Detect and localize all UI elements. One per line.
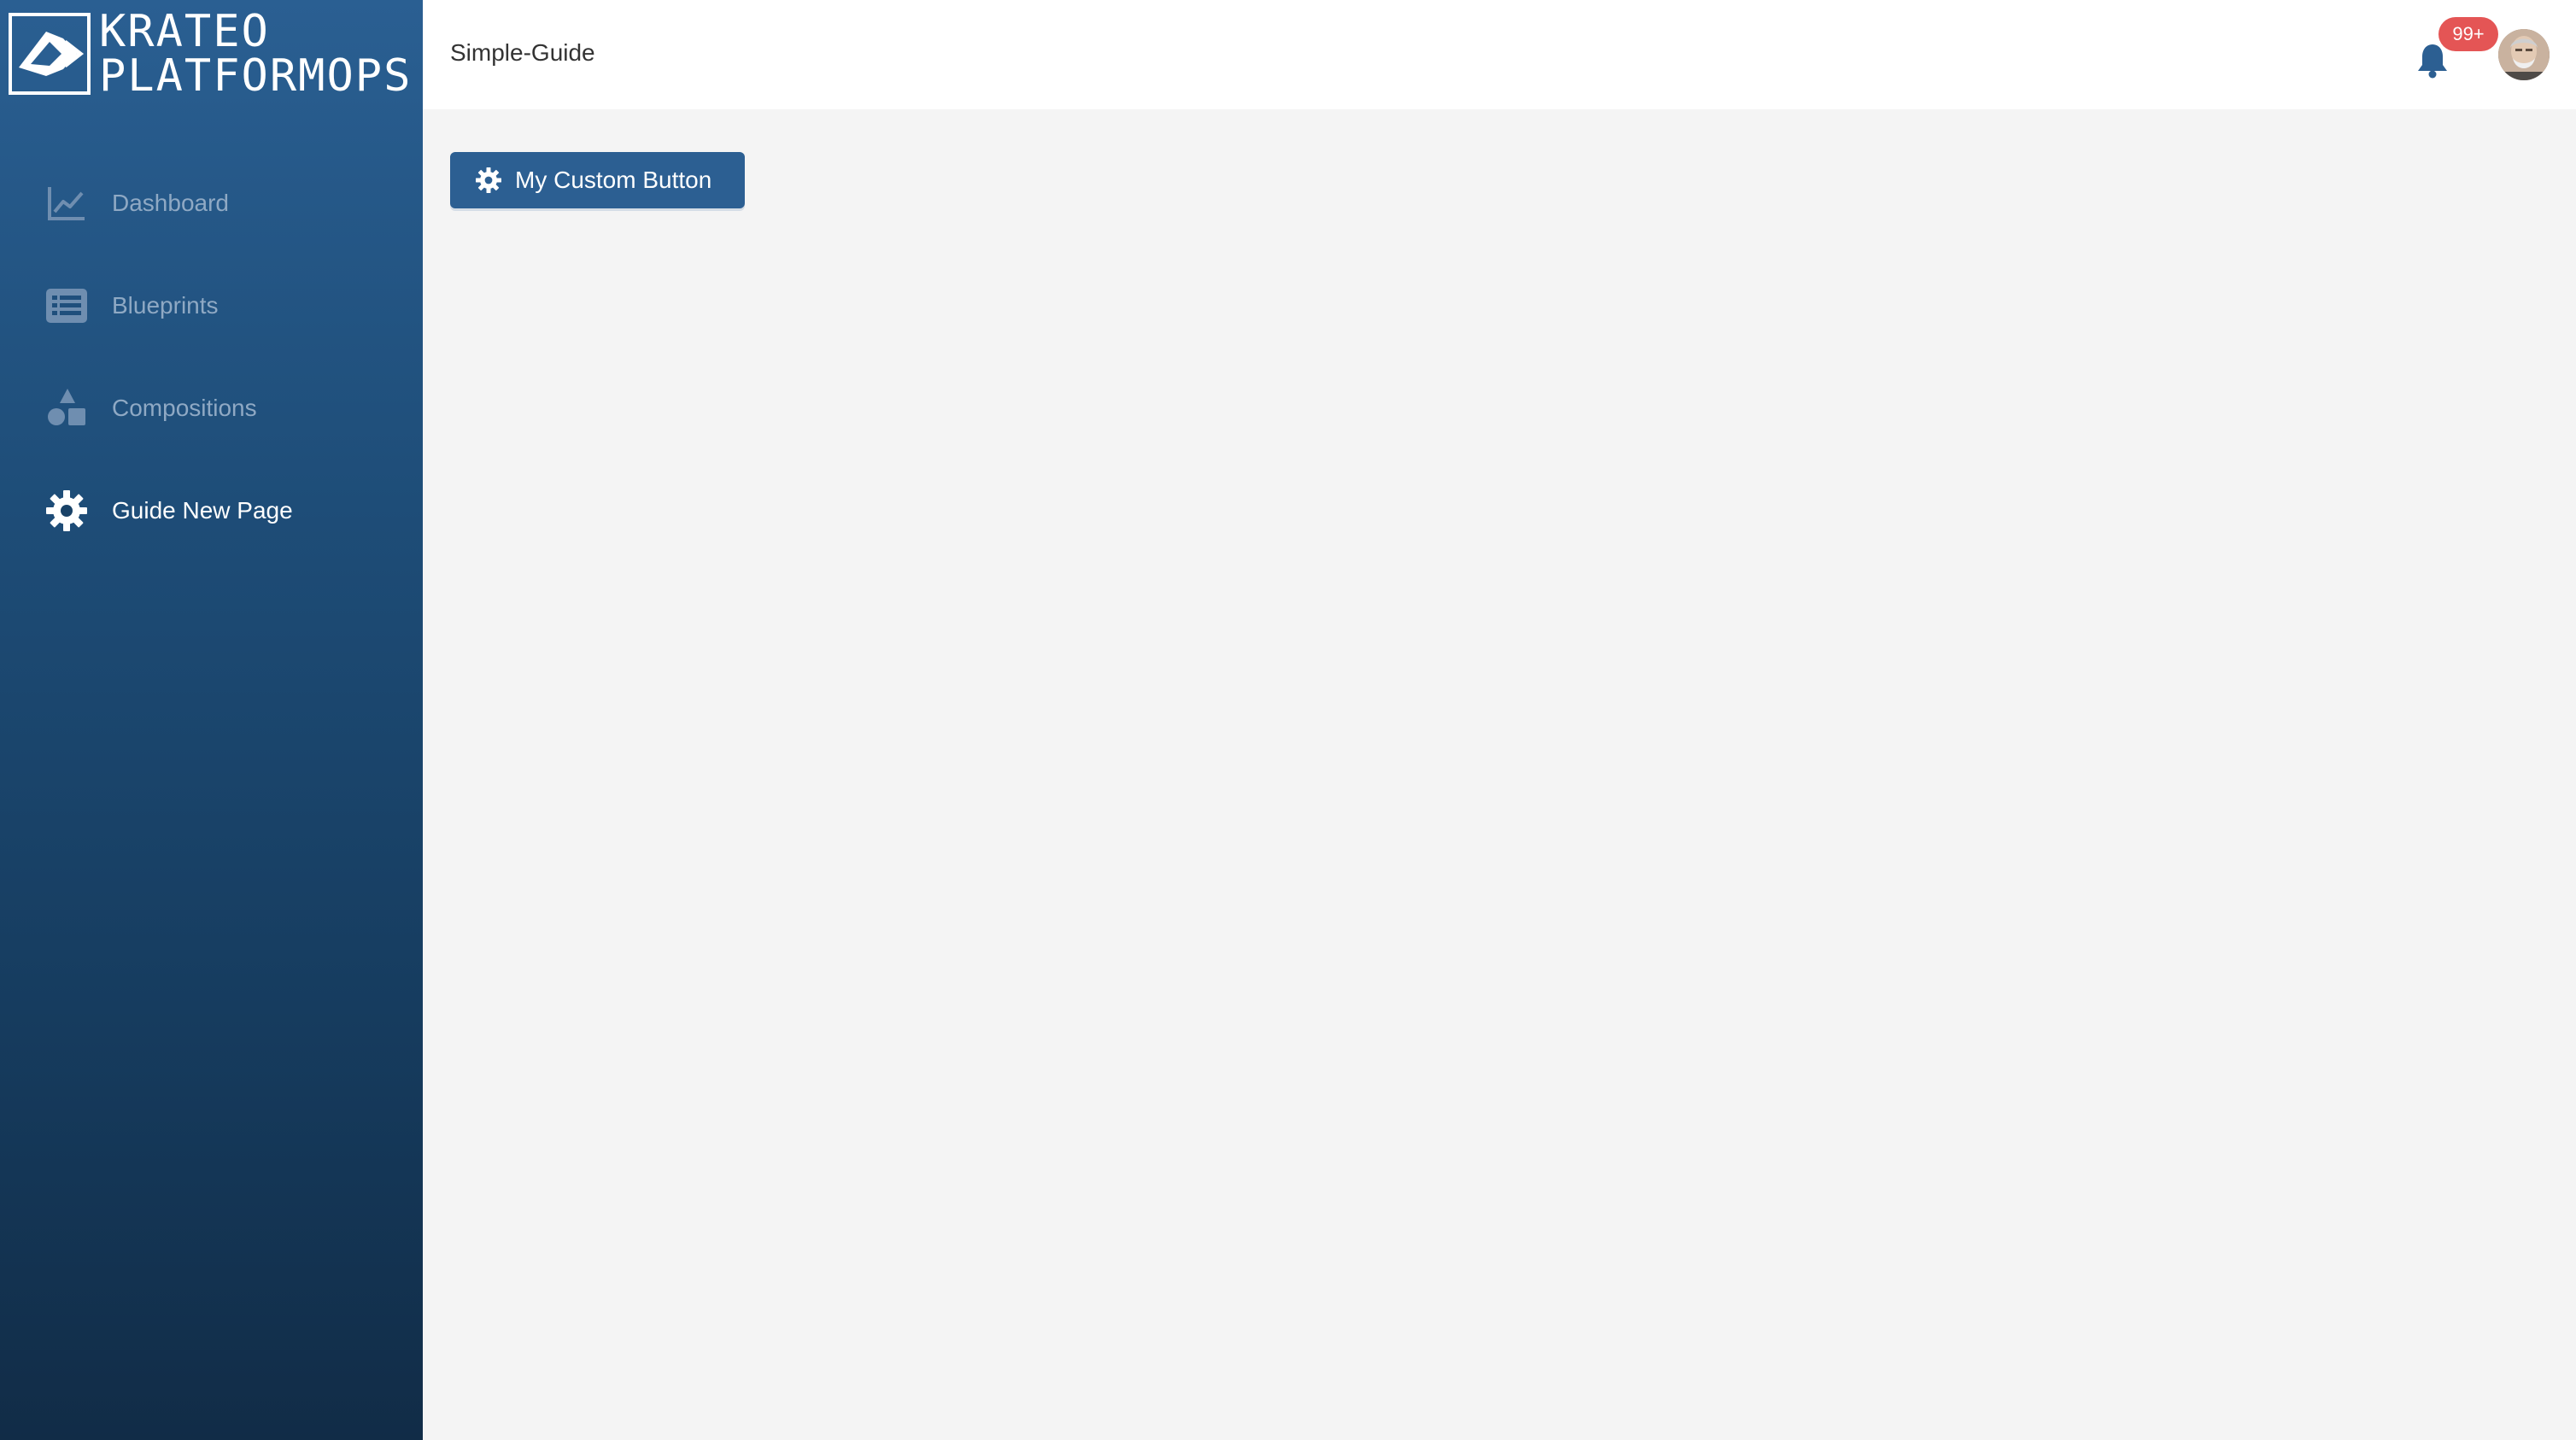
brand-line-2: PLATFORMOPS [99, 50, 413, 102]
sidebar-item-guide-new-page[interactable]: Guide New Page [0, 460, 423, 562]
brand-name: KRATEO PLATFORMOPS [99, 9, 412, 98]
brand-logo[interactable]: KRATEO PLATFORMOPS [9, 9, 414, 99]
app: KRATEO PLATFORMOPS Dashboard Blueprints … [0, 0, 2576, 1440]
gear-icon [476, 167, 501, 193]
list-icon [46, 285, 87, 326]
gear-icon [46, 490, 87, 531]
my-custom-button-label: My Custom Button [515, 167, 712, 193]
sidebar-item-label: Dashboard [112, 190, 229, 216]
shapes-icon [46, 388, 87, 429]
top-header: Simple-Guide 99+ [423, 0, 2576, 109]
sidebar-item-compositions[interactable]: Compositions [0, 357, 423, 460]
sidebar-item-dashboard[interactable]: Dashboard [0, 152, 423, 255]
sidebar-item-label: Guide New Page [112, 497, 293, 524]
sidebar: KRATEO PLATFORMOPS Dashboard Blueprints … [0, 0, 423, 1440]
page-title: Simple-Guide [450, 39, 595, 66]
user-avatar[interactable] [2498, 29, 2550, 80]
sidebar-nav: Dashboard Blueprints Compositions Guide … [0, 152, 423, 562]
my-custom-button[interactable]: My Custom Button [450, 152, 745, 208]
notification-badge[interactable]: 99+ [2438, 17, 2498, 51]
sidebar-item-label: Compositions [112, 395, 257, 421]
sidebar-item-blueprints[interactable]: Blueprints [0, 255, 423, 357]
sidebar-item-label: Blueprints [112, 292, 219, 319]
brand-line-1: KRATEO [99, 6, 270, 57]
main-content: My Custom Button [423, 109, 2576, 1440]
line-chart-icon [46, 183, 87, 224]
krateo-logo-icon [9, 13, 91, 95]
